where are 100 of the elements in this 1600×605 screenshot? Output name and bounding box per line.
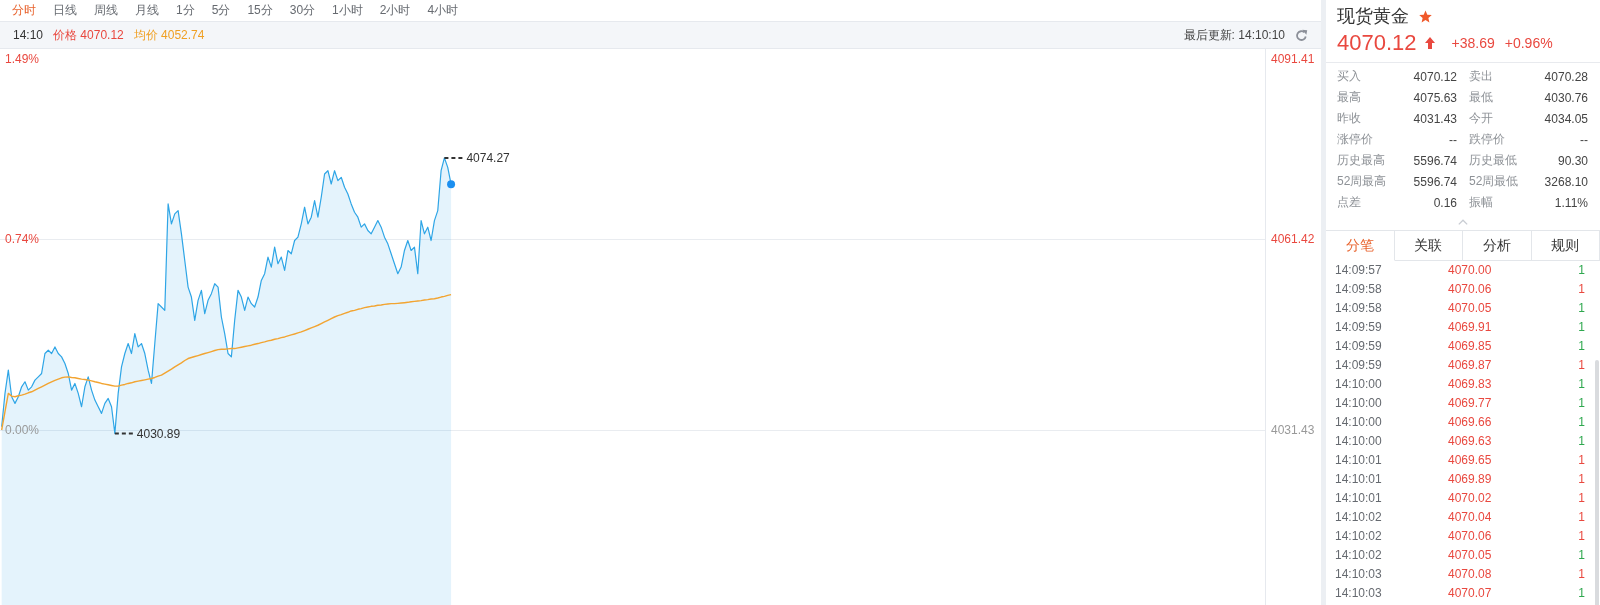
tick-price: 4069.66 xyxy=(1448,414,1493,431)
stat-value: 4070.12 xyxy=(1412,69,1457,84)
tick-time: 14:09:59 xyxy=(1335,319,1383,336)
stat-label: 跌停价 xyxy=(1468,131,1506,148)
period-tab[interactable]: 1分 xyxy=(168,0,203,21)
tick-time: 14:10:00 xyxy=(1335,433,1383,450)
tick-volume: 1 xyxy=(1577,490,1585,507)
stat-label: 52周最低 xyxy=(1468,173,1520,190)
refresh-icon[interactable] xyxy=(1295,28,1308,42)
period-tab[interactable]: 月线 xyxy=(127,0,167,21)
tick-time: 14:10:02 xyxy=(1335,509,1383,526)
detail-tab[interactable]: 规则 xyxy=(1531,230,1600,261)
tick-price: 4069.87 xyxy=(1448,357,1493,374)
low-price-label: 4030.89 xyxy=(136,426,181,441)
tick-price: 4070.00 xyxy=(1448,262,1493,279)
percent-label: 1.49% xyxy=(5,51,40,67)
scrollbar-thumb[interactable] xyxy=(1595,360,1599,605)
stat-value: 4070.28 xyxy=(1543,69,1588,84)
chevron-up-icon[interactable] xyxy=(1458,218,1468,225)
tick-price: 4069.83 xyxy=(1448,376,1493,393)
tick-price: 4070.06 xyxy=(1448,528,1493,545)
legend-reading: 均价 4052.74 xyxy=(133,26,205,44)
tick-price: 4069.65 xyxy=(1448,452,1493,469)
instrument-title: 现货黄金 xyxy=(1337,5,1409,28)
last-point-marker xyxy=(447,180,456,189)
stat-value: 90.30 xyxy=(1556,153,1588,168)
period-tab[interactable]: 1小时 xyxy=(324,0,371,21)
tick-price: 4070.04 xyxy=(1448,509,1493,526)
tick-time: 14:10:02 xyxy=(1335,528,1383,545)
tick-time: 14:10:03 xyxy=(1335,585,1383,602)
percent-label: 0.00% xyxy=(5,422,40,438)
period-tab[interactable]: 2小时 xyxy=(371,0,419,21)
low-leader-line xyxy=(113,432,134,435)
period-tab[interactable]: 5分 xyxy=(203,0,239,21)
legend-reading: 价格 4070.12 xyxy=(53,26,124,44)
price-change: +38.69 xyxy=(1451,35,1495,51)
stat-value: 4034.05 xyxy=(1543,111,1588,126)
tick-time: 14:10:02 xyxy=(1335,547,1383,564)
tick-price: 4069.85 xyxy=(1448,338,1493,355)
period-tab[interactable]: 4小时 xyxy=(419,0,467,21)
tick-volume: 1 xyxy=(1577,395,1585,412)
price-axis-label: 4091.41 xyxy=(1271,51,1315,67)
tick-price: 4070.05 xyxy=(1448,547,1493,564)
last-updated-text: 最后更新: 14:10:10 xyxy=(1183,26,1285,44)
tick-volume: 1 xyxy=(1577,528,1585,545)
tick-time: 14:10:01 xyxy=(1335,452,1383,469)
tick-time: 14:09:57 xyxy=(1335,262,1383,279)
period-tab[interactable]: 分时 xyxy=(4,0,44,21)
tick-price: 4069.89 xyxy=(1448,471,1493,488)
stat-value: 5596.74 xyxy=(1412,174,1457,189)
star-icon[interactable] xyxy=(1419,9,1432,23)
tick-volume: 1 xyxy=(1577,376,1585,393)
stat-label: 昨收 xyxy=(1337,110,1362,127)
tick-time: 14:10:00 xyxy=(1335,395,1383,412)
percent-label: 0.74% xyxy=(5,231,40,248)
time-label: 14:10 xyxy=(13,28,44,42)
tick-volume: 1 xyxy=(1577,338,1585,355)
period-tab[interactable]: 15分 xyxy=(239,0,281,21)
tick-time: 14:10:00 xyxy=(1335,376,1383,393)
tick-volume: 1 xyxy=(1577,585,1585,602)
tick-time: 14:09:59 xyxy=(1335,338,1383,355)
tick-price: 4069.63 xyxy=(1448,433,1493,450)
period-tab[interactable]: 日线 xyxy=(45,0,85,21)
tick-volume: 1 xyxy=(1577,414,1585,431)
detail-tab[interactable]: 关联 xyxy=(1394,230,1463,261)
tick-volume: 1 xyxy=(1577,357,1585,374)
stat-label: 卖出 xyxy=(1468,68,1494,85)
stat-label: 振幅 xyxy=(1468,194,1494,211)
tick-volume: 1 xyxy=(1577,547,1585,564)
stat-label: 点差 xyxy=(1337,194,1362,211)
tick-volume: 1 xyxy=(1577,262,1585,279)
stat-label: 52周最高 xyxy=(1337,173,1388,190)
stat-label: 历史最高 xyxy=(1337,152,1386,169)
tick-price: 4069.91 xyxy=(1448,319,1493,336)
stat-label: 最低 xyxy=(1468,89,1494,106)
detail-tab[interactable]: 分析 xyxy=(1463,230,1532,261)
percent-change: +0.96% xyxy=(1504,35,1553,51)
tick-price: 4070.06 xyxy=(1448,281,1493,298)
stat-value: 5596.74 xyxy=(1412,153,1457,168)
stat-value: 4030.76 xyxy=(1543,90,1588,105)
tick-time: 14:10:01 xyxy=(1335,490,1383,507)
tick-volume: 1 xyxy=(1577,300,1585,317)
stat-label: 买入 xyxy=(1337,68,1362,85)
stat-label: 最高 xyxy=(1337,89,1362,106)
tick-volume: 1 xyxy=(1577,509,1585,526)
tick-time: 14:10:03 xyxy=(1335,566,1383,583)
tick-time: 14:10:00 xyxy=(1335,414,1383,431)
tick-volume: 1 xyxy=(1577,566,1585,583)
stat-label: 历史最低 xyxy=(1468,152,1518,169)
tick-price: 4070.08 xyxy=(1448,566,1493,583)
stat-value: 3268.10 xyxy=(1543,174,1588,189)
detail-tab[interactable]: 分笔 xyxy=(1326,230,1395,261)
stat-label: 今开 xyxy=(1468,110,1494,127)
high-price-label: 4074.27 xyxy=(466,151,510,166)
period-tab[interactable]: 周线 xyxy=(86,0,126,21)
stat-value: 4031.43 xyxy=(1412,111,1457,126)
price-axis-label: 4031.43 xyxy=(1271,422,1315,438)
price-axis-label: 4061.42 xyxy=(1271,231,1315,248)
tick-price: 4070.05 xyxy=(1448,300,1493,317)
period-tab[interactable]: 30分 xyxy=(281,0,324,21)
